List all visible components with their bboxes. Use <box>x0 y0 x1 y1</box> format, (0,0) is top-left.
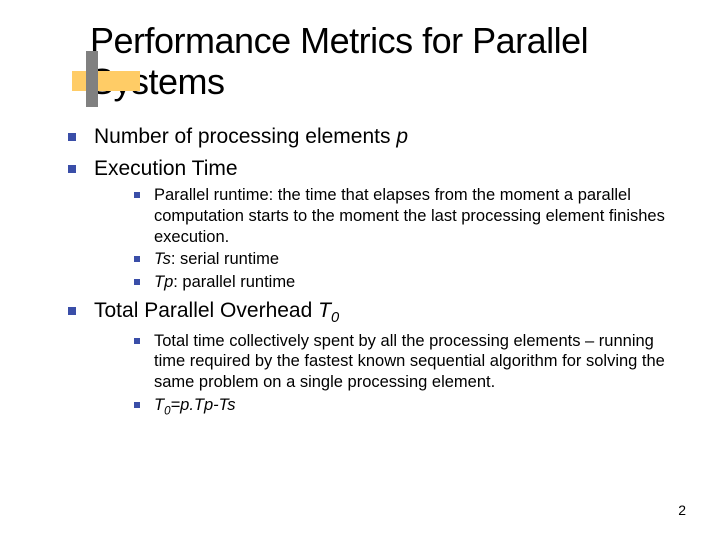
sub-overhead-formula: T0=p.Tp-Ts <box>94 395 680 419</box>
slide: Performance Metrics for Parallel Systems… <box>0 0 720 540</box>
var-T0: T <box>154 396 164 414</box>
bullet-execution-time: Execution Time Parallel runtime: the tim… <box>60 155 680 292</box>
sublist-execution: Parallel runtime: the time that elapses … <box>94 185 680 292</box>
page-number: 2 <box>678 502 686 518</box>
slide-title: Performance Metrics for Parallel Systems <box>90 20 680 103</box>
bullet-processing-elements: Number of processing elements p <box>60 123 680 151</box>
formula: =p.Tp-Ts <box>171 396 236 414</box>
var-T-sub: 0 <box>331 310 339 326</box>
text: Execution Time <box>94 157 238 180</box>
sub-ts: Ts: serial runtime <box>94 249 680 270</box>
title-wrap: Performance Metrics for Parallel Systems <box>90 20 680 103</box>
var-p: p <box>396 125 408 148</box>
accent-vertical <box>86 51 98 107</box>
text: : serial runtime <box>171 250 279 268</box>
sub-parallel-runtime: Parallel runtime: the time that elapses … <box>94 185 680 247</box>
sub-tp: Tp: parallel runtime <box>94 272 680 293</box>
text: Parallel runtime: the time that elapses … <box>154 186 665 245</box>
var-tp: Tp <box>154 273 173 291</box>
bullet-list: Number of processing elements p Executio… <box>60 123 680 418</box>
accent-horizontal <box>72 71 140 91</box>
text: Total time collectively spent by all the… <box>154 332 665 391</box>
sublist-overhead: Total time collectively spent by all the… <box>94 331 680 419</box>
var-T: T <box>318 299 331 322</box>
sub-overhead-desc: Total time collectively spent by all the… <box>94 331 680 393</box>
bullet-total-overhead: Total Parallel Overhead T0 Total time co… <box>60 297 680 419</box>
text: Number of processing elements <box>94 125 396 148</box>
text: : parallel runtime <box>173 273 295 291</box>
var-ts: Ts <box>154 250 171 268</box>
text: Total Parallel Overhead <box>94 299 318 322</box>
